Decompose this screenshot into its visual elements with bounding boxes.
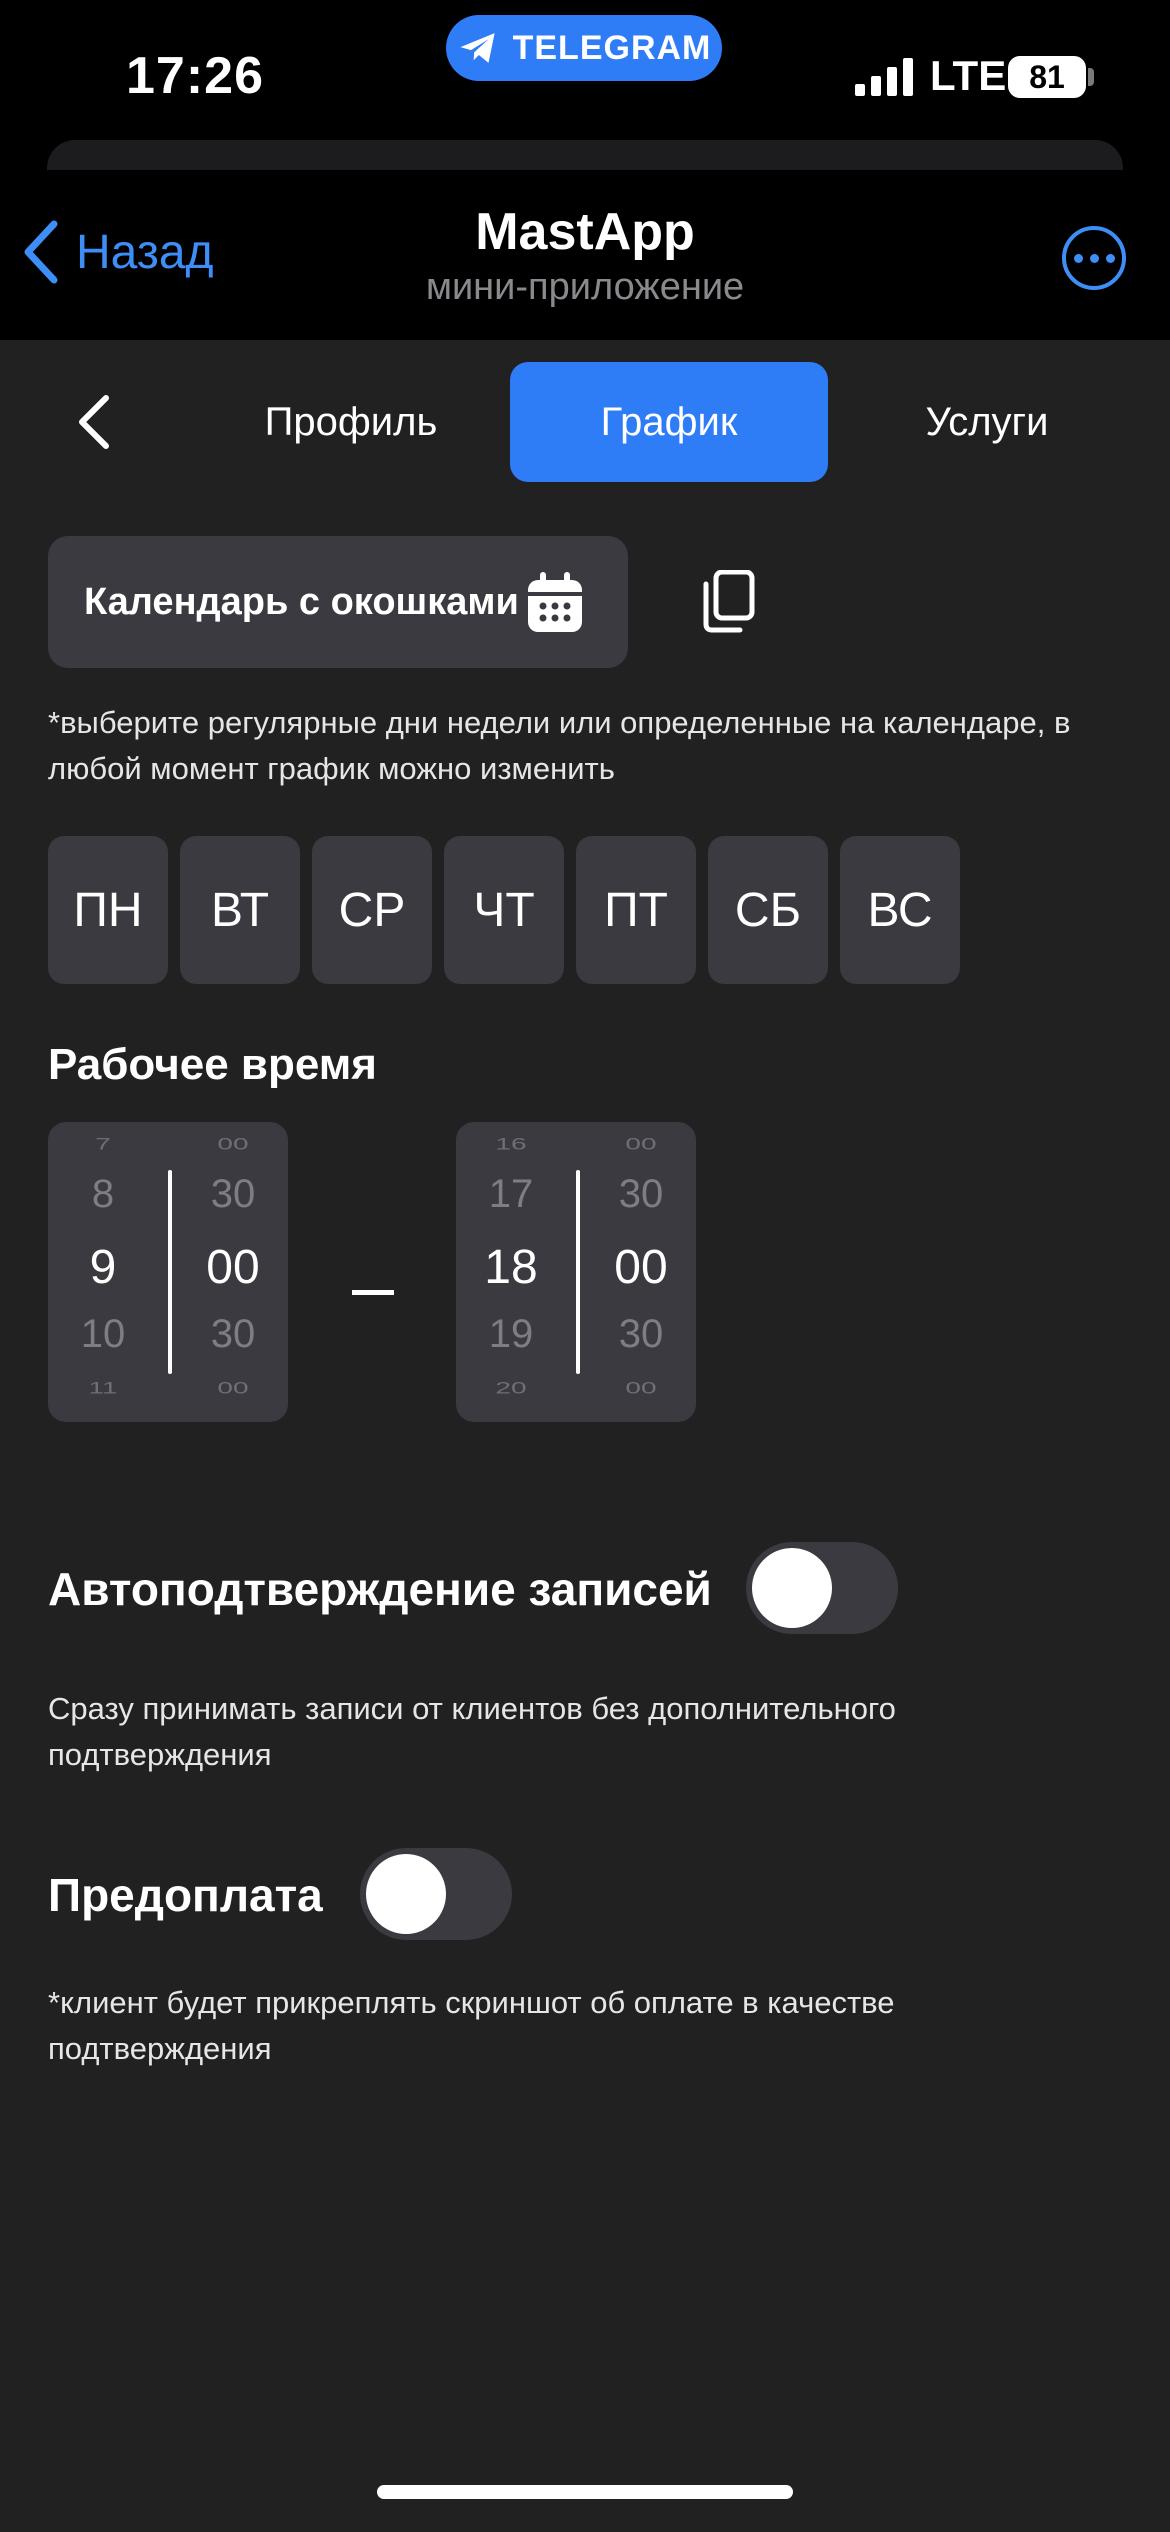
day-sun[interactable]: ВС <box>840 836 960 984</box>
wheel-value: 00 <box>217 1134 249 1153</box>
main-content: Профиль График Услуги Календарь с окошка… <box>0 340 1170 2532</box>
network-type: LTE <box>930 52 1007 99</box>
app-title: MastApp <box>475 203 695 261</box>
picker-divider <box>576 1170 580 1374</box>
wheel-value: 00 <box>625 1378 657 1397</box>
toggle-knob <box>752 1548 832 1628</box>
wheel-value: 00 <box>217 1378 249 1397</box>
start-time-picker[interactable]: 7 8 9 10 11 00 30 00 30 00 <box>48 1122 288 1422</box>
schedule-hint: *выберите регулярные дни недели или опре… <box>48 705 1071 786</box>
wheel-value: 8 <box>91 1172 115 1216</box>
calendar-icon <box>528 572 582 632</box>
status-bar: 17:26 TELEGRAM LTE 81 <box>0 0 1170 160</box>
telegram-pill[interactable]: TELEGRAM <box>446 15 722 81</box>
tab-profile[interactable]: Профиль <box>192 362 510 482</box>
wheel-value: 30 <box>210 1172 256 1216</box>
signal-icon <box>855 58 913 96</box>
end-hour-wheel[interactable]: 16 17 18 19 20 <box>456 1122 566 1422</box>
end-minute-wheel[interactable]: 00 30 00 30 00 <box>586 1122 696 1422</box>
start-hour-selected: 9 <box>89 1241 117 1294</box>
prepayment-description: *клиент будет прикреплять скриншот об оп… <box>48 1985 895 2066</box>
start-hour-wheel[interactable]: 7 8 9 10 11 <box>48 1122 158 1422</box>
auto-confirm-description: Сразу принимать записи от клиентов без д… <box>48 1691 896 1772</box>
end-hour-selected: 18 <box>484 1241 538 1294</box>
day-mon[interactable]: ПН <box>48 836 168 984</box>
prepayment-label: Предоплата <box>48 1869 323 1921</box>
wheel-value: 30 <box>210 1312 256 1356</box>
wheel-value: 20 <box>495 1378 527 1397</box>
day-sat[interactable]: СБ <box>708 836 828 984</box>
tab-bar: Профиль График Услуги <box>0 362 1170 482</box>
home-indicator[interactable] <box>377 2485 793 2499</box>
time-range-dash <box>352 1290 394 1295</box>
day-tue[interactable]: ВТ <box>180 836 300 984</box>
calendar-button[interactable]: Календарь с окошками <box>48 536 628 668</box>
day-fri[interactable]: ПТ <box>576 836 696 984</box>
end-time-picker[interactable]: 16 17 18 19 20 00 30 00 30 00 <box>456 1122 696 1422</box>
prepayment-toggle[interactable] <box>360 1848 512 1940</box>
day-thu[interactable]: ЧТ <box>444 836 564 984</box>
wheel-value: 17 <box>488 1172 534 1216</box>
start-minute-wheel[interactable]: 00 30 00 30 00 <box>178 1122 288 1422</box>
tab-schedule[interactable]: График <box>510 362 828 482</box>
copy-icon[interactable] <box>700 570 756 634</box>
start-minute-selected: 00 <box>206 1241 260 1294</box>
app-header: Назад MastApp мини-приложение <box>0 170 1170 340</box>
wheel-value: 7 <box>95 1134 111 1153</box>
weekday-selector: ПН ВТ СР ЧТ ПТ СБ ВС <box>48 836 960 984</box>
battery-tip <box>1088 68 1094 86</box>
tab-services[interactable]: Услуги <box>828 362 1146 482</box>
tab-back-chevron-icon[interactable] <box>72 394 116 450</box>
telegram-label: TELEGRAM <box>512 28 712 67</box>
telegram-plane-icon <box>460 33 495 63</box>
wheel-value: 30 <box>618 1172 664 1216</box>
battery-level: 81 <box>1029 58 1065 95</box>
day-wed[interactable]: СР <box>312 836 432 984</box>
battery-icon: 81 <box>1008 56 1086 98</box>
auto-confirm-label: Автоподтверждение записей <box>48 1563 712 1615</box>
work-time-title: Рабочее время <box>48 1040 377 1089</box>
wheel-value: 30 <box>618 1312 664 1356</box>
wheel-value: 00 <box>625 1134 657 1153</box>
wheel-value: 19 <box>488 1312 534 1356</box>
picker-divider <box>168 1170 172 1374</box>
more-options-icon[interactable] <box>1062 226 1126 290</box>
end-minute-selected: 00 <box>614 1241 668 1294</box>
status-time: 17:26 <box>126 47 264 105</box>
wheel-value: 11 <box>88 1378 118 1397</box>
auto-confirm-toggle[interactable] <box>746 1542 898 1634</box>
wheel-value: 10 <box>80 1312 126 1356</box>
calendar-button-label: Календарь с окошками <box>84 580 519 623</box>
toggle-knob <box>366 1854 446 1934</box>
app-subtitle: мини-приложение <box>425 266 745 308</box>
wheel-value: 16 <box>495 1134 527 1153</box>
